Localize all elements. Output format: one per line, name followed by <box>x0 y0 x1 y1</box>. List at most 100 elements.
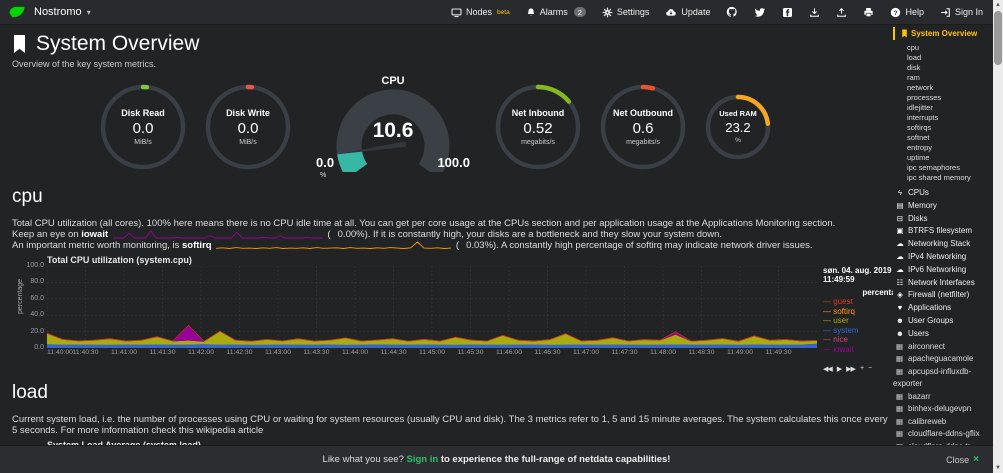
y-axis-tick: 20.0 <box>30 328 44 335</box>
sidebar-item-apacheguacamole[interactable]: ▦apacheguacamole <box>893 353 993 366</box>
legend-row-system[interactable]: — system5.2 <box>823 326 893 336</box>
iowait-sparkline[interactable] <box>113 230 323 239</box>
sidebar-item-processes[interactable]: processes <box>893 93 993 103</box>
twitter-icon <box>754 7 766 18</box>
legend-row-guest[interactable]: — guest1.2 <box>823 297 893 307</box>
settings-label: Settings <box>617 7 650 17</box>
legend-row-iowait[interactable]: — iowait0.0 <box>823 345 893 355</box>
sidebar-item-softnet[interactable]: softnet <box>893 133 993 143</box>
settings-button[interactable]: Settings <box>602 7 650 18</box>
grid-icon: ▦ <box>896 403 905 416</box>
chart-rewind-button[interactable]: ◀◀ <box>823 365 832 373</box>
sidebar-item-memory[interactable]: ▤Memory <box>893 200 993 213</box>
facebook-button[interactable] <box>782 7 793 18</box>
sidebar-item-users[interactable]: ☻Users <box>893 328 993 341</box>
sidebar-section-label: Networking Stack <box>908 239 970 248</box>
sidebar-item-apcupsd-influxdb-exporter[interactable]: ▦apcupsd-influxdb-exporter <box>893 366 993 391</box>
cloud-icon: ☁ <box>895 264 905 277</box>
sidebar-item-applications[interactable]: ♥Applications <box>893 302 993 315</box>
legend-row-softirq[interactable]: — softirq0.0 <box>823 307 893 317</box>
chart-forward-button[interactable]: ▶▶ <box>846 365 855 373</box>
export-snapshot-button[interactable] <box>809 7 820 18</box>
legend-row-nice[interactable]: — nice0.7 <box>823 335 893 345</box>
page-scrollbar[interactable]: ▲ ▼ <box>993 0 1003 473</box>
sidebar-item-ipc-shared-memory[interactable]: ipc shared memory <box>893 173 993 183</box>
sidebar-app-label: binhex-delugevpn <box>908 404 971 413</box>
sidebar-item-bazarr[interactable]: ▦bazarr <box>893 391 993 404</box>
sidebar-item-firewall-netfilter-[interactable]: ◈Firewall (netfilter) <box>893 289 993 302</box>
help-button[interactable]: ? Help <box>890 7 924 18</box>
sidebar-item-disks[interactable]: ⊟Disks <box>893 213 993 226</box>
github-button[interactable] <box>726 6 738 18</box>
sidebar-item-interrupts[interactable]: interrupts <box>893 113 993 123</box>
chart-zoom-out-button[interactable]: − <box>868 365 871 372</box>
cloud-icon: ☁ <box>895 238 905 251</box>
hostname-dropdown[interactable]: Nostromo ▾ <box>34 6 91 18</box>
cpu-chart-title: Total CPU utilization (system.cpu) <box>47 255 817 266</box>
x-axis-tick: 11:46:00 <box>496 349 522 356</box>
gauge-disk-write[interactable]: Disk Write 0.0 MiB/s <box>203 82 293 172</box>
cpu-chart-canvas[interactable] <box>47 266 817 348</box>
softirq-sparkline[interactable] <box>216 241 451 250</box>
netdata-logo-icon[interactable] <box>8 5 26 19</box>
bookmark-icon <box>901 29 908 38</box>
sidebar-item-cpu[interactable]: cpu <box>893 43 993 53</box>
sidebar-item-network-interfaces[interactable]: ☷Network Interfaces <box>893 277 993 290</box>
sidebar-item-calibreweb[interactable]: ▦calibreweb <box>893 416 993 429</box>
sidebar-item-user-groups[interactable]: ☻User Groups <box>893 315 993 328</box>
sidebar-item-load[interactable]: load <box>893 53 993 63</box>
sidebar-item-entropy[interactable]: entropy <box>893 143 993 153</box>
gauge-unit: megabits/s <box>521 139 555 146</box>
chart-zoom-in-button[interactable]: + <box>860 365 863 372</box>
sidebar-item-cloudflare-ddns-gflix[interactable]: ▦cloudflare-ddns-gflix <box>893 428 993 441</box>
twitter-button[interactable] <box>754 7 766 18</box>
print-button[interactable] <box>863 7 874 18</box>
chart-play-button[interactable]: ▶ <box>837 365 841 373</box>
sidebar-item-networking-stack[interactable]: ☁Networking Stack <box>893 238 993 251</box>
nodes-label: Nodes <box>466 7 492 17</box>
sidebar-item-uptime[interactable]: uptime <box>893 153 993 163</box>
nodes-button[interactable]: Nodesbeta <box>451 7 510 18</box>
scrollbar-down-arrow-icon[interactable]: ▼ <box>993 463 1003 473</box>
gauge-used-ram[interactable]: Used RAM 23.2 % <box>703 92 773 162</box>
gauge-net-inbound[interactable]: Net Inbound 0.52 megabits/s <box>493 82 583 172</box>
import-snapshot-button[interactable] <box>836 7 847 18</box>
sidebar-item-binhex-delugevpn[interactable]: ▦binhex-delugevpn <box>893 403 993 416</box>
alarms-button[interactable]: Alarms 2 <box>526 7 586 18</box>
sidebar-item-system-overview[interactable]: System Overview <box>893 27 993 40</box>
sidebar-item-btrfs-filesystem[interactable]: ▣BTRFS filesystem <box>893 225 993 238</box>
sidebar-item-network[interactable]: network <box>893 83 993 93</box>
sidebar-item-airconnect[interactable]: ▦airconnect <box>893 341 993 354</box>
sidebar-item-idlejitter[interactable]: idlejitter <box>893 103 993 113</box>
close-icon: × <box>973 454 979 465</box>
sidebar-section-label: Network Interfaces <box>908 278 975 287</box>
gauge-label: Net Inbound <box>512 108 565 118</box>
gauge-cpu-min: 0.0 <box>316 155 334 170</box>
scrollbar-up-arrow-icon[interactable]: ▲ <box>993 0 1003 10</box>
gauge-cpu[interactable]: CPU 10.6 0.0 100.0 % <box>308 75 478 178</box>
sidebar-item-ipv4-networking[interactable]: ☁IPv4 Networking <box>893 251 993 264</box>
sidebar-section-label: IPv4 Networking <box>908 252 966 261</box>
gauge-disk-read[interactable]: Disk Read 0.0 MiB/s <box>98 82 188 172</box>
x-axis-tick: 11:41:30 <box>150 349 176 356</box>
sidebar-apps: ▦airconnect▦apacheguacamole▦apcupsd-infl… <box>893 341 993 454</box>
signin-link[interactable]: Sign in <box>407 454 439 465</box>
x-axis-tick: 11:47:30 <box>612 349 638 356</box>
cpu-chart-xaxis: 11:40:0011:40:3011:41:0011:41:3011:42:00… <box>47 348 817 358</box>
close-banner-button[interactable]: Close × <box>946 454 979 465</box>
sidebar-item-ipc-semaphores[interactable]: ipc semaphores <box>893 163 993 173</box>
cpu-chart-plot-area[interactable]: Total CPU utilization (system.cpu) 11:40… <box>47 255 817 374</box>
signin-button[interactable]: Sign In <box>940 7 983 18</box>
sidebar-item-cpus[interactable]: ϟCPUs <box>893 187 993 200</box>
sidebar-item-disk[interactable]: disk <box>893 63 993 73</box>
sidebar-item-softirqs[interactable]: softirqs <box>893 123 993 133</box>
sidebar-item-ram[interactable]: ram <box>893 73 993 83</box>
x-axis-tick: 11:47:00 <box>573 349 599 356</box>
grid-icon: ▦ <box>896 416 905 429</box>
scrollbar-thumb[interactable] <box>994 11 1002 65</box>
load-paragraph: Current system load, i.e. the number of … <box>12 414 893 436</box>
gauge-net-outbound[interactable]: Net Outbound 0.6 megabits/s <box>598 82 688 172</box>
update-button[interactable]: Update <box>665 7 710 18</box>
legend-row-user[interactable]: — user3.4 <box>823 316 893 326</box>
sidebar-item-ipv6-networking[interactable]: ☁IPv6 Networking <box>893 264 993 277</box>
